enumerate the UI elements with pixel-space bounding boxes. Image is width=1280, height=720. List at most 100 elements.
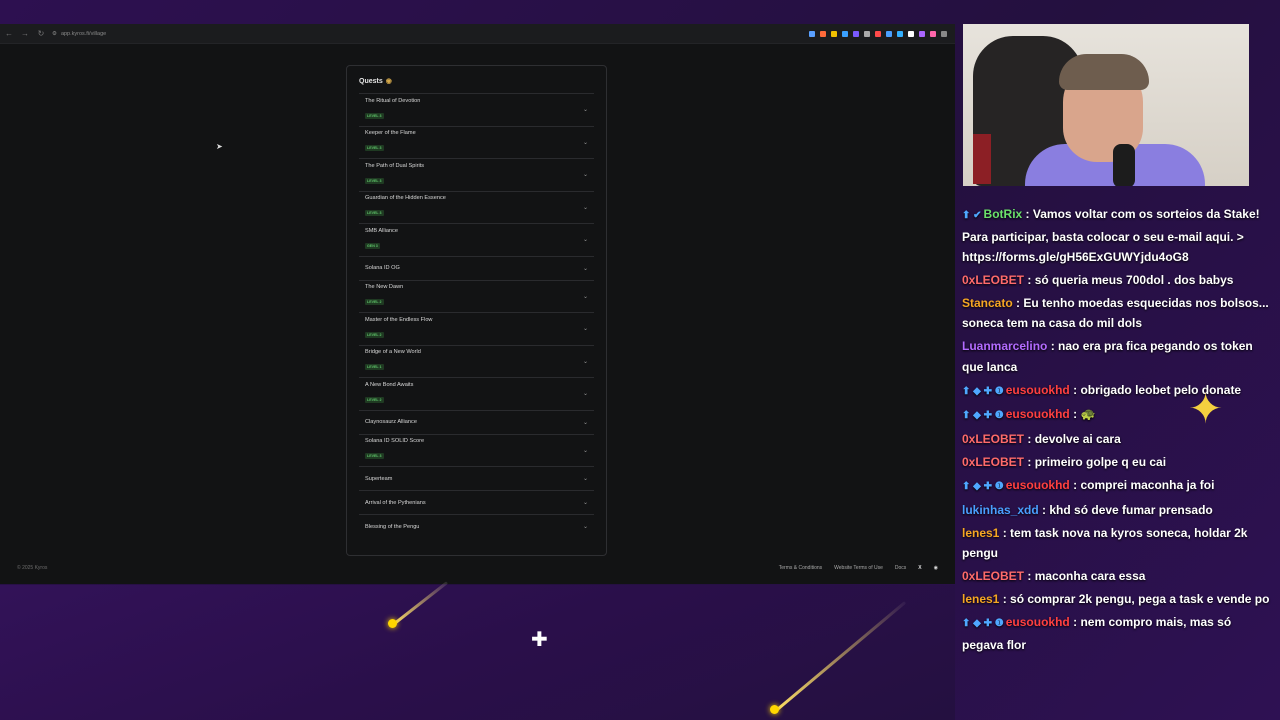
extension-icon[interactable] bbox=[908, 30, 914, 37]
quest-item[interactable]: Bridge of a New World LEVEL 1 ⌄ bbox=[359, 344, 594, 378]
quest-item[interactable]: The New Dawn LEVEL 2 ⌄ bbox=[359, 279, 594, 313]
chevron-down-icon[interactable]: ⌄ bbox=[583, 106, 588, 113]
chat-separator: : bbox=[1069, 478, 1081, 493]
quest-name: Claynosaurz Alliance bbox=[365, 419, 417, 425]
chat-username[interactable]: 0xLEOBET bbox=[962, 455, 1024, 469]
browser-window: ← → ↻ ⚙ app.kyros.fi/village ➤ Quests ◉ … bbox=[0, 24, 955, 584]
docs-link[interactable]: Docs bbox=[895, 565, 906, 571]
quest-level-badge: GEN 3 bbox=[365, 242, 380, 249]
site-info-icon[interactable]: ⚙ bbox=[52, 31, 57, 37]
chat-separator: : bbox=[1012, 295, 1024, 310]
chat-message: ⬆ ✔ BotRix : Vamos voltar com os sorteios… bbox=[962, 204, 1274, 268]
quest-item[interactable]: A New Bond Awaits LEVEL 2 ⌄ bbox=[359, 377, 594, 410]
address-bar[interactable]: ⚙ app.kyros.fi/village bbox=[52, 31, 803, 37]
quest-name: The Ritual of Devotion bbox=[365, 97, 421, 104]
chevron-down-icon[interactable]: ⌄ bbox=[583, 390, 588, 397]
extension-icon[interactable] bbox=[886, 30, 892, 37]
quest-info: Solana ID SOLID Score LEVEL 3 bbox=[365, 438, 424, 462]
back-icon[interactable]: ← bbox=[4, 29, 14, 38]
chat-username[interactable]: eusouokhd bbox=[1006, 383, 1070, 397]
quest-item[interactable]: Keeper of the Flame LEVEL 3 ⌄ bbox=[359, 125, 594, 159]
chat-username[interactable]: eusouokhd bbox=[1006, 478, 1070, 492]
chat-separator: : bbox=[1022, 207, 1033, 221]
chat-username[interactable]: lukinhas_xdd bbox=[962, 503, 1039, 517]
chevron-down-icon[interactable]: ⌄ bbox=[583, 358, 588, 365]
chat-username[interactable]: lenes1 bbox=[962, 592, 999, 606]
chat-text: devolve ai cara bbox=[1034, 432, 1121, 447]
shooting-star-head bbox=[388, 619, 397, 628]
quest-item[interactable]: Solana ID SOLID Score LEVEL 3 ⌄ bbox=[359, 433, 594, 467]
extension-icon[interactable] bbox=[864, 30, 870, 37]
quest-item[interactable]: SMB Alliance GEN 3 ⌄ bbox=[359, 223, 594, 256]
chat-username[interactable]: 0xLEOBET bbox=[962, 432, 1024, 446]
chevron-down-icon[interactable]: ⌄ bbox=[583, 475, 588, 482]
chat-username[interactable]: eusouokhd bbox=[1006, 615, 1070, 629]
chevron-down-icon[interactable]: ⌄ bbox=[583, 499, 588, 506]
quest-info: The Path of Dual Spirits LEVEL 3 bbox=[365, 163, 424, 187]
chevron-down-icon[interactable]: ⌄ bbox=[583, 171, 588, 178]
chevron-down-icon[interactable]: ⌄ bbox=[583, 419, 588, 426]
quest-item[interactable]: Blessing of the Pengu ⌄ bbox=[359, 514, 594, 538]
quest-item[interactable]: Claynosaurz Alliance ⌄ bbox=[359, 409, 594, 434]
quest-item[interactable]: Arrival of the Pythenians ⌄ bbox=[359, 490, 594, 514]
quest-item[interactable]: Master of the Endless Flow LEVEL 2 ⌄ bbox=[359, 312, 594, 345]
extension-icon[interactable] bbox=[930, 30, 936, 37]
extension-icon[interactable] bbox=[941, 30, 947, 37]
chevron-down-icon[interactable]: ⌄ bbox=[583, 139, 588, 146]
quest-info: Bridge of a New World LEVEL 1 bbox=[365, 349, 421, 373]
chat-username[interactable]: 0xLEOBET bbox=[962, 273, 1024, 287]
quest-info: A New Bond Awaits LEVEL 2 bbox=[365, 382, 413, 406]
extension-icon[interactable] bbox=[919, 30, 925, 37]
chat-message: 0xLEOBET : primeiro golpe q eu cai bbox=[962, 452, 1274, 473]
chat-username[interactable]: Luanmarcelino bbox=[962, 339, 1047, 353]
mouse-cursor-icon: ➤ bbox=[216, 142, 223, 151]
quest-item[interactable]: Superteam ⌄ bbox=[359, 466, 594, 490]
chat-username[interactable]: eusouokhd bbox=[1006, 407, 1070, 421]
telegram-icon[interactable]: ◉ bbox=[934, 565, 938, 571]
reload-icon[interactable]: ↻ bbox=[36, 29, 46, 38]
chat-message: ⬆ ◆ ✚ ❶ eusouokhd : obrigado leobet pelo … bbox=[962, 380, 1274, 403]
x-social-icon[interactable]: X bbox=[918, 565, 921, 571]
chat-username[interactable]: Stancato bbox=[962, 296, 1013, 310]
chevron-down-icon[interactable]: ⌄ bbox=[583, 265, 588, 272]
quest-name: Guardian of the Hidden Essence bbox=[365, 195, 446, 202]
chat-message: lenes1 : tem task nova na kyros soneca, … bbox=[962, 523, 1274, 564]
quest-item[interactable]: The Ritual of Devotion LEVEL 3 ⌄ bbox=[359, 93, 594, 126]
extension-icon[interactable] bbox=[853, 30, 859, 37]
chat-separator: : bbox=[1024, 432, 1035, 447]
extension-icon[interactable] bbox=[809, 30, 815, 37]
extension-icon[interactable] bbox=[897, 30, 903, 37]
terms-link[interactable]: Terms & Conditions bbox=[779, 565, 822, 571]
chevron-down-icon[interactable]: ⌄ bbox=[583, 447, 588, 454]
quest-item[interactable]: Guardian of the Hidden Essence LEVEL 3 ⌄ bbox=[359, 190, 594, 224]
chat-username[interactable]: BotRix bbox=[984, 207, 1023, 221]
chat-separator: : bbox=[999, 592, 1011, 607]
chat-separator: : bbox=[1069, 615, 1081, 630]
chat-username[interactable]: 0xLEOBET bbox=[962, 569, 1024, 583]
chevron-down-icon[interactable]: ⌄ bbox=[583, 236, 588, 243]
chevron-down-icon[interactable]: ⌄ bbox=[583, 523, 588, 530]
quest-item[interactable]: The Path of Dual Spirits LEVEL 3 ⌄ bbox=[359, 158, 594, 191]
quest-name: Master of the Endless Flow bbox=[365, 316, 433, 323]
quest-name: The Path of Dual Spirits bbox=[365, 162, 425, 169]
quest-name: A New Bond Awaits bbox=[365, 381, 414, 388]
chat-message: 0xLEOBET : devolve ai cara bbox=[962, 429, 1274, 450]
quest-name: Solana ID SOLID Score bbox=[365, 438, 425, 445]
forward-icon[interactable]: → bbox=[20, 29, 30, 38]
chat-separator: : bbox=[1038, 503, 1050, 518]
chat-separator: : bbox=[999, 525, 1011, 540]
extension-icon[interactable] bbox=[875, 30, 881, 37]
quest-info: Guardian of the Hidden Essence LEVEL 3 bbox=[365, 195, 446, 219]
quest-item[interactable]: Solana ID OG ⌄ bbox=[359, 255, 594, 280]
chat-badges: ⬆ ◆ ✚ ❶ bbox=[962, 618, 1004, 630]
extension-icon[interactable] bbox=[842, 30, 848, 37]
chat-badges: ⬆ ✔ bbox=[962, 210, 982, 221]
extension-icon[interactable] bbox=[831, 30, 837, 37]
chevron-down-icon[interactable]: ⌄ bbox=[583, 325, 588, 332]
website-terms-link[interactable]: Website Terms of Use bbox=[834, 565, 883, 571]
chat-username[interactable]: lenes1 bbox=[962, 526, 999, 540]
chevron-down-icon[interactable]: ⌄ bbox=[583, 293, 588, 300]
chevron-down-icon[interactable]: ⌄ bbox=[583, 204, 588, 211]
extension-icon[interactable] bbox=[820, 30, 826, 37]
browser-toolbar: ← → ↻ ⚙ app.kyros.fi/village bbox=[0, 24, 955, 44]
